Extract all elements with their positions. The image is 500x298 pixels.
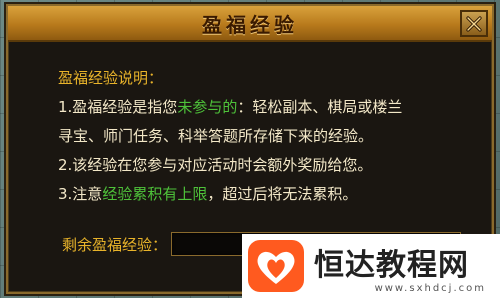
line3-highlight: 经验累积有上限 (102, 185, 208, 203)
remaining-experience-label: 剩余盈福经验： (62, 235, 168, 254)
watermark-url: www.sxhdcj.com (374, 283, 486, 294)
dialog-title: 盈福经验 (202, 12, 298, 37)
site-watermark: 恒达教程网 www.sxhdcj.com (242, 234, 500, 298)
line3-prefix: 3.注意 (58, 185, 103, 203)
description-line-1b: 寻宝、师门任务、科举答题所存储下来的经验。 (58, 127, 374, 145)
line1-highlight: 未参与的 (177, 98, 238, 116)
description-line-3: 3.注意经验累积有上限，超过后将无法累积。 (58, 180, 472, 209)
dialog-titlebar: 盈福经验 (8, 6, 492, 42)
line3-suffix: ，超过后将无法累积。 (207, 185, 358, 203)
line1-prefix: 1.盈福经验是指您 (58, 98, 178, 116)
close-icon (466, 15, 482, 32)
description-line-1: 1.盈福经验是指您未参与的：轻松副本、棋局或楼兰 (58, 93, 472, 122)
description-block: 盈福经验说明： 1.盈福经验是指您未参与的：轻松副本、棋局或楼兰 寻宝、师门任务… (58, 64, 472, 209)
watermark-text: 恒达教程网 (314, 248, 469, 283)
heart-logo-icon (248, 240, 304, 292)
description-line-2: 2.该经验在您参与对应活动时会额外奖励给您。 (58, 156, 373, 174)
close-button[interactable] (460, 10, 488, 37)
description-heading: 盈福经验说明： (58, 69, 164, 87)
line1-suffix: ：轻松副本、棋局或楼兰 (237, 98, 403, 116)
